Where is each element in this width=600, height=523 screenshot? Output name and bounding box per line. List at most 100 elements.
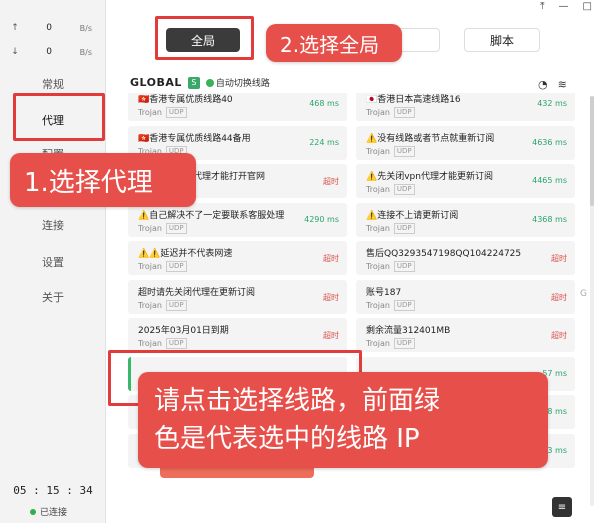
proxy-node-meta: TrojanUDP [138, 222, 187, 234]
sidebar-item-connections[interactable]: 连接 [0, 217, 106, 233]
proxy-node-protocol-badge: UDP [393, 107, 415, 118]
proxy-node-type: Trojan [366, 339, 390, 348]
download-arrow-icon: ↓ [11, 47, 19, 57]
proxy-node-meta: TrojanUDP [366, 261, 415, 272]
proxy-node-latency[interactable]: 4290 ms [304, 215, 339, 224]
proxy-node-latency[interactable]: 432 ms [537, 99, 567, 108]
proxy-node-name: 🇯🇵香港日本高速线路16 [366, 95, 461, 105]
proxy-node-name: 2025年03月01日到期 [138, 326, 229, 336]
status-dot-icon [30, 508, 36, 515]
proxy-node-card[interactable]: 剩余流量312401MB Trojan UDP 超时 [356, 318, 575, 352]
sidebar: ↑ 0 B/s ↓ 0 B/s 常规 代理 配置 连接 设置 关于 05 : 1… [0, 0, 106, 523]
proxy-node-card[interactable]: ⚠️⚠️延迟并不代表网速 Trojan UDP 超时 [128, 241, 347, 275]
proxy-node-type: Trojan [138, 108, 162, 117]
wifi-icon[interactable]: ≋ [558, 78, 567, 91]
group-type-badge: S [187, 76, 200, 89]
upload-speed: ↑ 0 B/s [0, 18, 106, 38]
proxy-node-card[interactable]: 🇭🇰香港专属优质线路40 Trojan UDP 468 ms [128, 93, 347, 121]
proxy-node-protocol-badge: UDP [393, 338, 415, 349]
proxy-node-card[interactable]: ⚠️没有线路或者节点就重新订阅 Trojan UDP 4636 ms [356, 125, 575, 160]
callout-step3-line1: 请点击选择线路，前面绿 [154, 386, 441, 416]
proxy-node-latency[interactable]: 468 ms [309, 99, 339, 108]
proxy-node-type: Trojan [138, 223, 162, 233]
proxy-node-latency[interactable]: 超时 [551, 292, 567, 303]
proxy-node-type: Trojan [366, 262, 390, 271]
proxy-node-protocol-badge: UDP [165, 107, 187, 118]
proxy-node-type: Trojan [366, 300, 390, 310]
proxy-node-latency[interactable]: 4368 ms [532, 215, 567, 224]
proxy-node-name: ⚠️先关闭vpn代理才能更新订阅 [366, 172, 493, 182]
proxy-node-card[interactable]: 账号187 Trojan UDP 超时 [356, 279, 575, 314]
proxy-node-latency[interactable]: 4465 ms [532, 176, 567, 185]
pin-icon[interactable]: ⤒ [540, 0, 544, 14]
proxy-node-card[interactable]: ⚠️连接不上请更新订阅 Trojan UDP 4368 ms [356, 202, 575, 237]
proxy-node-name: ⚠️连接不上请更新订阅 [366, 210, 459, 221]
proxy-node-card[interactable]: ⚠️先关闭vpn代理才能更新订阅 Trojan UDP 4465 ms [356, 164, 575, 198]
callout-step2-text: 2.选择全局 [280, 32, 380, 57]
proxy-node-type: Trojan [366, 185, 390, 194]
upload-arrow-icon: ↑ [11, 23, 19, 33]
proxy-node-name: 超时请先关闭代理在更新订阅 [138, 287, 256, 298]
upload-value: 0 [46, 23, 52, 33]
proxy-node-latency[interactable]: 超时 [323, 292, 339, 303]
proxy-node-name: 账号187 [366, 287, 402, 298]
highlight-proxy-tab [13, 93, 105, 141]
proxy-node-name: ⚠️⚠️延迟并不代表网速 [138, 249, 233, 259]
connection-timer: 05 : 15 : 34 [13, 484, 93, 497]
proxy-node-protocol-badge: UDP [393, 184, 415, 195]
upload-unit: B/s [79, 23, 92, 33]
callout-step1: 1.选择代理 [10, 153, 196, 207]
proxy-node-name: ⚠️没有线路或者节点就重新订阅 [366, 133, 495, 144]
sidebar-item-about[interactable]: 关于 [0, 289, 106, 305]
highlight-global-mode [155, 16, 254, 60]
proxy-node-meta: TrojanUDP [366, 222, 415, 234]
proxy-node-name: 售后QQ3293547198QQ104224725 [366, 249, 522, 259]
proxy-node-latency[interactable]: 224 ms [309, 138, 339, 147]
proxy-node-protocol-badge: UDP [165, 222, 187, 234]
proxy-node-card[interactable]: 🇯🇵香港日本高速线路16 Trojan UDP 432 ms [356, 93, 575, 121]
proxy-node-type: Trojan [138, 339, 162, 348]
callout-step3: 请点击选择线路，前面绿 色是代表选中的线路 IP [138, 372, 548, 468]
filter-icon[interactable]: ≡ [552, 497, 572, 517]
scrollbar-thumb[interactable] [590, 96, 594, 206]
proxy-node-protocol-badge: UDP [393, 222, 415, 234]
download-speed: ↓ 0 B/s [0, 42, 106, 62]
minimize-icon[interactable]: — [559, 0, 569, 14]
window-controls: ⤒ — □ [540, 0, 592, 14]
proxy-node-meta: TrojanUDP [366, 107, 415, 118]
proxy-node-meta: TrojanUDP [366, 184, 415, 195]
mode-script-button[interactable]: 脚本 [464, 28, 540, 52]
proxy-node-protocol-badge: UDP [393, 299, 415, 311]
proxy-node-card[interactable]: 售后QQ3293547198QQ104224725 Trojan UDP 超时 [356, 241, 575, 275]
group-current-selection: 自动切换线路 [205, 76, 270, 89]
sidebar-item-general[interactable]: 常规 [0, 76, 106, 92]
proxy-node-card[interactable]: ⚠️自己解决不了一定要联系客服处理 Trojan UDP 4290 ms [128, 202, 347, 237]
proxy-group-header[interactable]: GLOBAL S 自动切换线路 [130, 76, 270, 89]
group-name: GLOBAL [130, 76, 182, 89]
proxy-node-latency[interactable]: 超时 [551, 330, 567, 341]
status-label: 已连接 [40, 508, 68, 518]
proxy-node-protocol-badge: UDP [165, 299, 187, 311]
proxy-node-protocol-badge: UDP [165, 261, 187, 272]
proxy-node-name: ⚠️自己解决不了一定要联系客服处理 [138, 210, 285, 221]
proxy-node-card[interactable]: 2025年03月01日到期 Trojan UDP 超时 [128, 318, 347, 352]
connection-status: 已连接 [30, 505, 67, 518]
proxy-node-type: Trojan [366, 223, 390, 233]
proxy-node-name: 🇭🇰香港专属优质线路40 [138, 95, 233, 105]
proxy-node-meta: TrojanUDP [366, 299, 415, 311]
proxy-node-latency[interactable]: 4636 ms [532, 138, 567, 147]
proxy-node-latency[interactable]: 超时 [323, 176, 339, 187]
proxy-node-meta: TrojanUDP [366, 338, 415, 349]
group-actions: ◔ ≋ [538, 78, 567, 91]
proxy-node-name: 剩余流量312401MB [366, 326, 451, 336]
proxy-node-card[interactable]: 超时请先关闭代理在更新订阅 Trojan UDP 超时 [128, 279, 347, 314]
proxy-node-protocol-badge: UDP [393, 145, 415, 157]
proxy-node-latency[interactable]: 超时 [323, 330, 339, 341]
maximize-icon[interactable]: □ [583, 0, 592, 14]
proxy-node-latency[interactable]: 超时 [551, 253, 567, 264]
speed-test-icon[interactable]: ◔ [538, 78, 548, 91]
proxy-node-latency[interactable]: 超时 [323, 253, 339, 264]
sidebar-item-settings[interactable]: 设置 [0, 254, 106, 270]
proxy-node-meta: TrojanUDP [138, 261, 187, 272]
scrollbar[interactable] [590, 96, 594, 506]
